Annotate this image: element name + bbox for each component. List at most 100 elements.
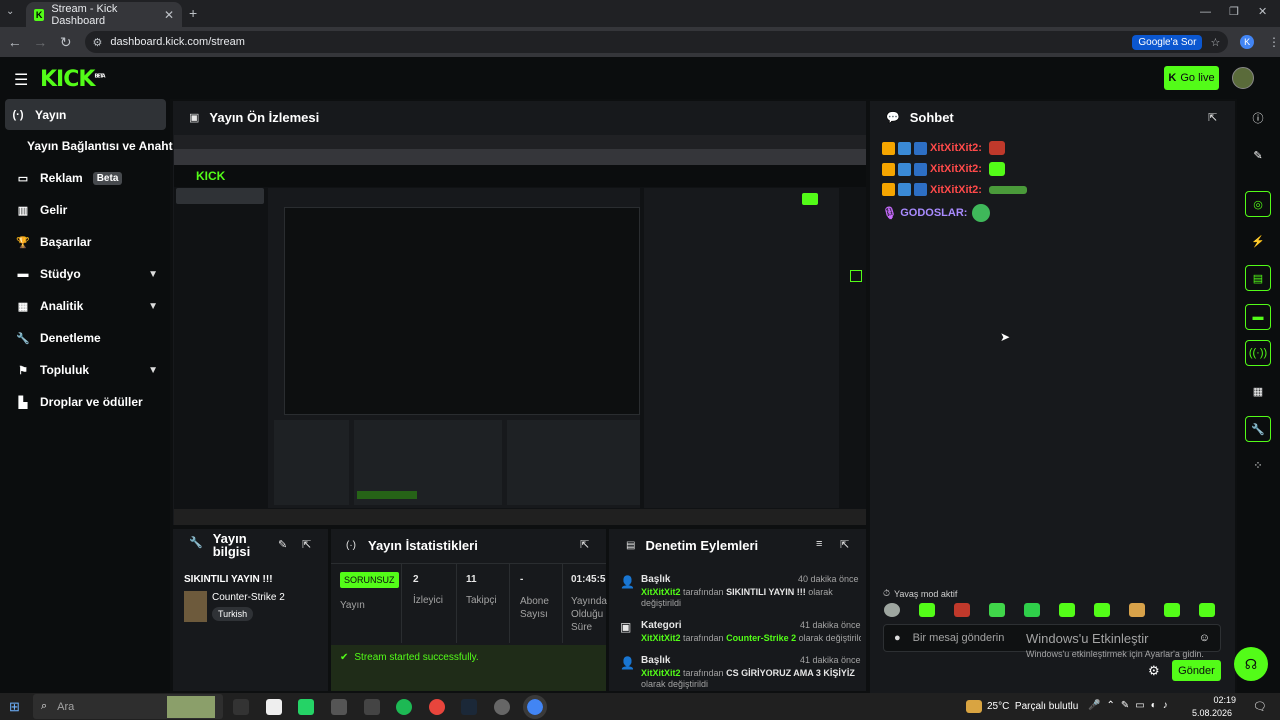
sidebar-item-droplar[interactable]: ▙ Droplar ve ödüller [10, 388, 170, 416]
info-icon[interactable]: ⓘ [1245, 105, 1271, 131]
popout-icon[interactable]: ⇱ [1208, 111, 1217, 124]
sidebar-item-gelir[interactable]: ▥ Gelir [10, 196, 170, 224]
chat-settings-gear-icon[interactable]: ⚙ [1148, 663, 1160, 679]
sidebar-item-basarilar[interactable]: 🏆 Başarılar [10, 228, 170, 256]
popout-icon[interactable]: ⇱ [840, 538, 849, 551]
tab-search-icon[interactable]: ⌄ [6, 6, 20, 20]
filter-icon[interactable]: ≡ [816, 538, 822, 550]
url-text: dashboard.kick.com/stream [110, 36, 245, 48]
sidebar-item-yayin[interactable]: (·) Yayın [5, 99, 166, 130]
sidebar-item-analitik[interactable]: ▦ Analitik ▼ [10, 292, 170, 320]
windows-start-icon[interactable]: ⊞ [9, 699, 20, 715]
emote-icon[interactable] [954, 603, 970, 617]
browser-menu-icon[interactable]: ⋮ [1268, 35, 1280, 49]
sidebar-item-denetleme[interactable]: 🔧 Denetleme [10, 324, 170, 352]
raid-icon[interactable]: ⁘ [1245, 452, 1271, 478]
notes-icon[interactable]: ▤ [1245, 265, 1271, 291]
preview-header: ▣ Yayın Ön İzlemesi [189, 110, 319, 125]
sidebar-item-topluluk[interactable]: ⚑ Topluluk ▼ [10, 356, 170, 384]
file-icon[interactable] [266, 699, 282, 715]
chat-username[interactable]: XitXitXit2: [930, 142, 982, 154]
weather-text[interactable]: 25°C Parçalı bulutlu [987, 701, 1078, 712]
emote-icon[interactable] [1059, 603, 1075, 617]
bookmark-star-icon[interactable]: ☆ [1210, 36, 1220, 49]
emote-icon[interactable] [1199, 603, 1215, 617]
drops-icon: ▙ [18, 396, 28, 409]
forward-icon[interactable]: → [30, 31, 52, 53]
chat-username[interactable]: GODOSLAR: [900, 207, 967, 219]
category-icon: ▣ [620, 620, 632, 634]
broadcast-toggle-icon[interactable]: ((·)) [1245, 340, 1271, 366]
chat-toggle-icon[interactable]: ▬ [1245, 304, 1271, 330]
stat-label: Yayın [340, 600, 365, 611]
go-live-button[interactable]: K Go live [1164, 66, 1219, 90]
browser-tab-strip: ⌄ K Stream - Kick Dashboard ✕ + — ❐ ✕ [0, 0, 1280, 27]
task-view-icon[interactable] [233, 699, 249, 715]
chat-username[interactable]: XitXitXit2: [930, 184, 982, 196]
notification-icon[interactable]: 🗨 [1253, 700, 1267, 713]
site-info-icon[interactable]: ⚙ [93, 36, 103, 49]
epic-games-icon[interactable] [364, 699, 380, 715]
emote-icon[interactable] [989, 603, 1005, 617]
new-tab-icon[interactable]: + [189, 5, 197, 21]
chevron-down-icon: ▼ [148, 364, 158, 376]
stats-title: Yayın İstatistikleri [368, 538, 478, 553]
popout-icon[interactable]: ⇱ [580, 538, 589, 551]
system-tray-icons[interactable]: 🎤⌃✎▭◐♪ [1088, 700, 1174, 711]
layout-icon[interactable]: ▦ [1245, 378, 1271, 404]
tab-kick-dashboard[interactable]: K Stream - Kick Dashboard ✕ [26, 2, 182, 27]
popout-icon[interactable]: ⇱ [302, 538, 311, 551]
emote-icon[interactable] [1094, 603, 1110, 617]
support-chat-icon[interactable]: ☊ [1234, 647, 1268, 681]
send-button[interactable]: Gönder [1172, 660, 1221, 681]
spotify-icon[interactable] [396, 699, 412, 715]
lightning-icon[interactable]: ⚡ [1245, 228, 1271, 254]
minimize-icon[interactable]: — [1200, 6, 1211, 18]
clip-icon[interactable]: ◎ [1245, 191, 1271, 217]
taskbar-search-field[interactable]: ⌕ Ara [33, 694, 223, 719]
app-icon[interactable] [331, 699, 347, 715]
window-close-icon[interactable]: ✕ [1258, 5, 1267, 18]
edit-pencil-icon[interactable]: ✎ [278, 538, 287, 551]
hamburger-menu-icon[interactable]: ☰ [14, 70, 28, 90]
clock-time[interactable]: 02:19 [1206, 695, 1236, 705]
game-name[interactable]: Counter-Strike 2 [212, 592, 285, 603]
chrome-active-icon[interactable] [523, 695, 547, 719]
kick-logo[interactable]: KICKBETA [40, 67, 106, 92]
google-sor-button[interactable]: Google'a Sor [1132, 34, 1203, 50]
vip-badge-icon [898, 183, 911, 196]
steam-icon[interactable] [461, 699, 477, 715]
back-icon[interactable]: ← [4, 31, 26, 53]
user-avatar[interactable] [1232, 67, 1254, 89]
sidebar-item-stream-key[interactable]: Yayın Bağlantısı ve Anahtarı [21, 132, 187, 160]
url-field[interactable]: ⚙ dashboard.kick.com/stream Google'a Sor… [84, 31, 1229, 53]
sidebar-item-reklam[interactable]: ▭ Reklam Beta [10, 164, 170, 192]
obs-icon[interactable] [494, 699, 510, 715]
profile-avatar[interactable]: K [1240, 35, 1254, 49]
restore-icon[interactable]: ❐ [1229, 5, 1239, 18]
stream-info-header: 🔧 Yayın bilgisi [189, 532, 273, 558]
edit-pencil-icon[interactable]: ✎ [1245, 142, 1271, 168]
reload-icon[interactable]: ↻ [55, 31, 77, 53]
emote-icon[interactable] [1129, 603, 1145, 617]
clock-date[interactable]: 5.08.2026 [1192, 708, 1232, 718]
stream-preview-video[interactable]: KICK [174, 135, 866, 525]
action-time: 41 dakika önce [800, 655, 861, 665]
emoji-icon[interactable]: ☺ [1199, 632, 1210, 644]
emote-icon[interactable] [884, 603, 900, 617]
wrench-tool-icon[interactable]: 🔧 [1245, 416, 1271, 442]
slow-mode-notice: ⏱ Yavaş mod aktif [883, 588, 958, 599]
tab-close-icon[interactable]: ✕ [164, 8, 174, 22]
chat-username[interactable]: XitXitXit2: [930, 163, 982, 175]
sidebar-item-studyo[interactable]: ▬ Stüdyo ▼ [10, 260, 170, 288]
whatsapp-icon[interactable] [298, 699, 314, 715]
action-heading: Başlık [641, 574, 671, 585]
chrome-icon[interactable] [429, 699, 445, 715]
emote-icon [988, 162, 1005, 176]
search-highlight-image [167, 695, 215, 718]
emote-icon[interactable] [1164, 603, 1180, 617]
chevron-down-icon: ▼ [148, 268, 158, 280]
emote-icon[interactable] [1024, 603, 1040, 617]
preview-monitor-icon: ▣ [189, 112, 200, 124]
emote-icon[interactable] [919, 603, 935, 617]
